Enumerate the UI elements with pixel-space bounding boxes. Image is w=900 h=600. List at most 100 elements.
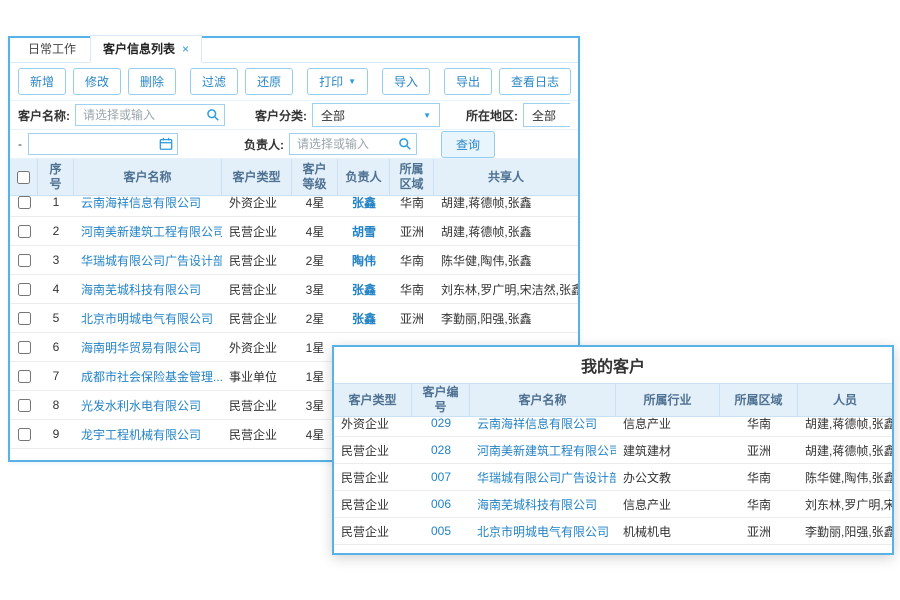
owner-link[interactable]: 陶伟: [338, 246, 390, 275]
customer-name-link[interactable]: 海南明华贸易有限公司: [74, 333, 222, 362]
cell-level: 2星: [292, 246, 338, 275]
row-checkbox[interactable]: [18, 312, 31, 325]
customer-code-link[interactable]: 029: [412, 410, 470, 437]
page-title: 我的客户: [334, 347, 892, 383]
owner-link[interactable]: 胡雪: [338, 217, 390, 246]
row-checkbox[interactable]: [18, 341, 31, 354]
cell-region: 亚洲: [390, 217, 434, 246]
cell-level: 2星: [292, 304, 338, 333]
query-button[interactable]: 查询: [441, 131, 495, 158]
cell-type: 民营企业: [222, 275, 292, 304]
cell-people: 胡建,蒋德帧,张鑫: [798, 437, 892, 464]
cell-region: 亚洲: [720, 518, 798, 545]
import-button[interactable]: 导入: [382, 68, 430, 95]
customer-name-link[interactable]: 华瑞城有限公司广告设计部: [470, 464, 616, 491]
edit-button[interactable]: 修改: [73, 68, 121, 95]
row-checkbox[interactable]: [18, 254, 31, 267]
cell-no: 8: [38, 391, 74, 420]
add-button[interactable]: 新增: [18, 68, 66, 95]
row-checkbox[interactable]: [18, 399, 31, 412]
customer-name-link[interactable]: 河南美新建筑工程有限公司: [470, 437, 616, 464]
date-input[interactable]: [28, 133, 178, 155]
customer-name-input[interactable]: [75, 104, 225, 126]
date-range-separator: -: [18, 137, 22, 151]
cell-type: 外资企业: [222, 188, 292, 217]
cell-type: 民营企业: [222, 391, 292, 420]
customer-code-link[interactable]: 005: [412, 518, 470, 545]
owner-link[interactable]: 张鑫: [338, 275, 390, 304]
search-icon[interactable]: [206, 108, 220, 122]
close-icon[interactable]: ×: [182, 42, 189, 56]
cell-no: 4: [38, 275, 74, 304]
customer-name-link[interactable]: 海南芜城科技有限公司: [74, 275, 222, 304]
cell-region: 华南: [720, 491, 798, 518]
cell-region: 华南: [390, 246, 434, 275]
chevron-down-icon: ▼: [423, 111, 431, 120]
customer-name-link[interactable]: 北京市明城电气有限公司: [74, 304, 222, 333]
select-value: 全部: [532, 107, 556, 124]
cell-level: 4星: [292, 188, 338, 217]
cell-region: 华南: [720, 410, 798, 437]
cell-type: 民营企业: [222, 246, 292, 275]
select-value: 全部: [321, 107, 345, 124]
cell-shared: 陈华健,陶伟,张鑫: [434, 246, 578, 275]
view-log-button[interactable]: 查看日志: [499, 68, 571, 95]
cell-industry: 建筑建材: [616, 437, 720, 464]
delete-button[interactable]: 删除: [128, 68, 176, 95]
district-select[interactable]: 全部: [523, 103, 570, 127]
cell-region: 华南: [390, 188, 434, 217]
row-checkbox[interactable]: [18, 370, 31, 383]
district-label: 所在地区:: [466, 107, 518, 124]
customer-name-link[interactable]: 龙宇工程机械有限公司: [74, 420, 222, 449]
customer-name-link[interactable]: 云南海祥信息有限公司: [470, 410, 616, 437]
customer-name-link[interactable]: 华瑞城有限公司广告设计部: [74, 246, 222, 275]
cell-type: 民营企业: [222, 304, 292, 333]
cell-people: 刘东林,罗广明,宋洁然...: [798, 491, 892, 518]
cell-level: 4星: [292, 217, 338, 246]
customer-name-link[interactable]: 成都市社会保险基金管理...: [74, 362, 222, 391]
cell-type: 外资企业: [334, 410, 412, 437]
filter-row-1: 客户名称: 客户分类: 全部 ▼ 所在地区: 全部: [10, 101, 578, 130]
row-checkbox[interactable]: [18, 196, 31, 209]
cell-people: 陈华健,陶伟,张鑫: [798, 464, 892, 491]
row-checkbox[interactable]: [18, 225, 31, 238]
customer-name-link[interactable]: 北京市明城电气有限公司: [470, 518, 616, 545]
customer-name-link[interactable]: 河南美新建筑工程有限公司: [74, 217, 222, 246]
print-button[interactable]: 打印 ▼: [307, 68, 368, 95]
tab-bar: 日常工作 客户信息列表 ×: [10, 38, 578, 63]
cell-no: 2: [38, 217, 74, 246]
owner-link[interactable]: 张鑫: [338, 188, 390, 217]
customer-name-link[interactable]: 光发水利水电有限公司: [74, 391, 222, 420]
my-customers-table: 客户类型 客户编号 客户名称 所属行业 所属区域 人员 外资企业 029 云南海…: [334, 383, 892, 545]
filter-button[interactable]: 过滤: [190, 68, 238, 95]
cell-industry: 信息产业: [616, 491, 720, 518]
cell-type: 民营企业: [334, 518, 412, 545]
cell-type: 民营企业: [334, 464, 412, 491]
owner-link[interactable]: 张鑫: [338, 304, 390, 333]
customer-code-link[interactable]: 028: [412, 437, 470, 464]
cell-level: 3星: [292, 275, 338, 304]
row-checkbox[interactable]: [18, 428, 31, 441]
row-checkbox[interactable]: [18, 283, 31, 296]
customer-name-link[interactable]: 云南海祥信息有限公司: [74, 188, 222, 217]
cell-type: 民营企业: [222, 217, 292, 246]
tab-daily-work[interactable]: 日常工作: [16, 36, 88, 62]
cell-industry: 信息产业: [616, 410, 720, 437]
cell-type: 民营企业: [334, 491, 412, 518]
calendar-icon[interactable]: [159, 137, 173, 151]
export-button[interactable]: 导出: [444, 68, 492, 95]
tab-label: 日常工作: [28, 42, 76, 56]
search-icon[interactable]: [398, 137, 412, 151]
customer-code-link[interactable]: 006: [412, 491, 470, 518]
cell-region: 亚洲: [720, 437, 798, 464]
restore-button[interactable]: 还原: [245, 68, 293, 95]
cell-region: 华南: [390, 275, 434, 304]
customer-name-link[interactable]: 海南芜城科技有限公司: [470, 491, 616, 518]
select-all-checkbox[interactable]: [17, 171, 30, 184]
customer-code-link[interactable]: 007: [412, 464, 470, 491]
customer-category-select[interactable]: 全部 ▼: [312, 103, 440, 127]
tab-customer-list[interactable]: 客户信息列表 ×: [90, 35, 202, 63]
cell-people: 李勤丽,阳强,张鑫: [798, 518, 892, 545]
cell-no: 9: [38, 420, 74, 449]
cell-no: 1: [38, 188, 74, 217]
